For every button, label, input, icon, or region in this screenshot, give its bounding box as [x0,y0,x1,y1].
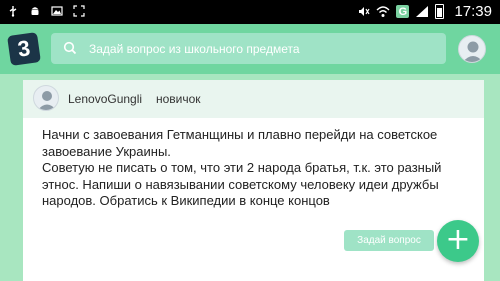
signal-icon [415,5,429,19]
answer-header: LenovoGungli новичок [23,80,484,118]
answer-text: Начни с завоевания Гетманщины и плавно п… [42,127,442,210]
search-placeholder: Задай вопрос из школьного предмета [89,41,300,56]
answer-paragraph: Начни с завоевания Гетманщины и плавно п… [42,127,438,159]
clock: 17:39 [454,3,492,20]
wifi-icon [376,5,390,19]
user-avatar[interactable] [33,85,59,111]
user-rank: новичок [156,92,201,106]
google-icon: G [396,5,410,18]
answer-paragraph: Советую не писать о том, что эти 2 народ… [42,160,442,208]
mute-icon [356,5,370,19]
status-bar: G 17:39 [0,0,500,24]
battery-icon [435,4,445,19]
username-link[interactable]: LenovoGungli [68,92,142,106]
app-logo[interactable]: 3 [7,32,41,66]
notification-icons [6,4,86,18]
usb-icon [6,4,20,18]
android-icon [28,4,42,18]
search-icon [63,41,79,57]
add-question-fab[interactable]: + [437,220,479,262]
ask-question-button[interactable]: Задай вопрос [344,230,434,251]
screenshot-icon [72,4,86,18]
plus-icon: + [445,222,471,257]
next-card [23,272,484,281]
gallery-icon [50,4,64,18]
search-bar[interactable]: Задай вопрос из школьного предмета [51,33,446,64]
system-icons: G 17:39 [356,3,492,20]
profile-avatar[interactable] [458,35,486,63]
